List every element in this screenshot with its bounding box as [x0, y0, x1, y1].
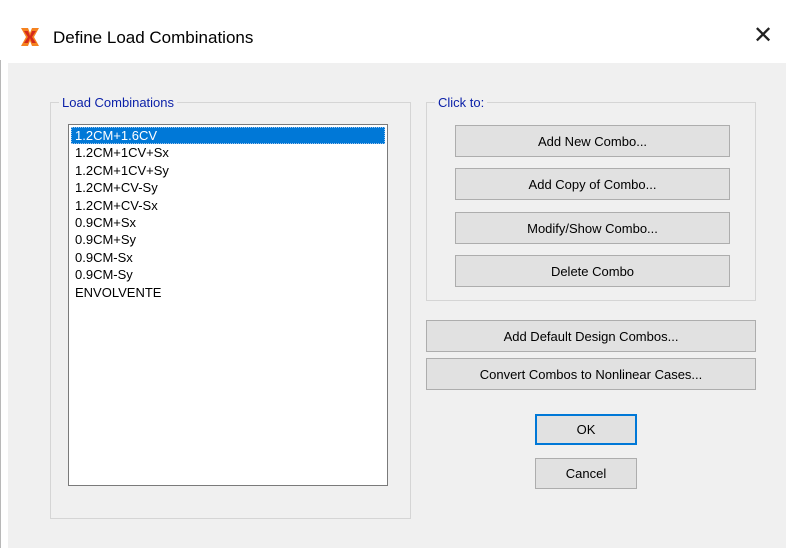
add-default-design-combos-button[interactable]: Add Default Design Combos... — [426, 320, 756, 352]
click-to-label: Click to: — [435, 95, 488, 110]
delete-combo-button[interactable]: Delete Combo — [455, 255, 730, 287]
load-combination-item[interactable]: 1.2CM+1CV+Sx — [71, 144, 385, 161]
title-bar: Define Load Combinations ✕ — [0, 0, 786, 62]
convert-combos-button[interactable]: Convert Combos to Nonlinear Cases... — [426, 358, 756, 390]
load-combination-item[interactable]: 1.2CM+CV-Sx — [71, 197, 385, 214]
app-x-icon — [21, 28, 39, 46]
load-combinations-label: Load Combinations — [59, 95, 178, 110]
add-copy-of-combo-button[interactable]: Add Copy of Combo... — [455, 168, 730, 200]
modify-show-combo-button[interactable]: Modify/Show Combo... — [455, 212, 730, 244]
load-combination-item[interactable]: 1.2CM+1CV+Sy — [71, 162, 385, 179]
load-combination-item[interactable]: 0.9CM+Sy — [71, 231, 385, 248]
window-border — [0, 60, 1, 548]
load-combinations-list[interactable]: 1.2CM+1.6CV 1.2CM+1CV+Sx 1.2CM+1CV+Sy 1.2CM… — [68, 124, 388, 486]
load-combination-item[interactable]: 1.2CM+CV-Sy — [71, 179, 385, 196]
window-title: Define Load Combinations — [53, 28, 254, 47]
load-combination-item[interactable]: 1.2CM+1.6CV — [71, 127, 385, 145]
cancel-button[interactable]: Cancel — [535, 458, 637, 489]
load-combination-item[interactable]: 0.9CM-Sy — [71, 266, 385, 283]
close-icon: ✕ — [752, 21, 774, 49]
load-combination-item[interactable]: 0.9CM-Sx — [71, 249, 385, 266]
close-button[interactable]: ✕ — [740, 12, 786, 58]
ok-button[interactable]: OK — [535, 414, 637, 445]
load-combination-item[interactable]: ENVOLVENTE — [71, 284, 385, 301]
add-new-combo-button[interactable]: Add New Combo... — [455, 125, 730, 157]
load-combination-item[interactable]: 0.9CM+Sx — [71, 214, 385, 231]
